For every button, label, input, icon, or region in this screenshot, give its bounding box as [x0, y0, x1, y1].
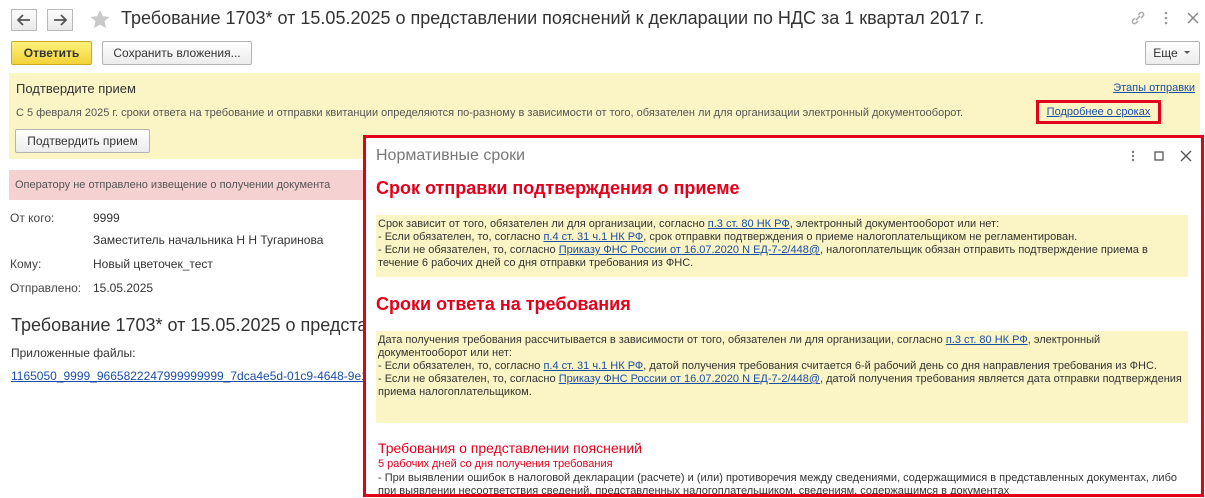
arrow-left-icon [17, 14, 30, 26]
warning-bar: Оператору не отправлено извещение о полу… [9, 170, 369, 200]
notice-text: С 5 февраля 2025 г. сроки ответа на треб… [16, 107, 964, 119]
fns-order-link[interactable]: Приказу ФНС России от 16.07.2020 N ЕД-7-… [559, 244, 820, 256]
from-name: Заместитель начальника Н Н Тугаринова [93, 233, 324, 247]
sent-value: 15.05.2025 [93, 281, 154, 295]
window-title: Требование 1703* от 15.05.2025 о предста… [121, 8, 985, 28]
notice-title: Подтвердите прием [16, 81, 136, 96]
fns-order-link[interactable]: Приказу ФНС России от 16.07.2020 N ЕД-7-… [559, 373, 820, 385]
star-icon[interactable] [89, 9, 111, 30]
more-vertical-icon[interactable] [1126, 148, 1140, 164]
to-value: Новый цветочек_тест [93, 257, 213, 271]
nk-art80-link[interactable]: п.3 ст. 80 НК РФ [946, 334, 1028, 346]
explanations-requirement-text: - При выявлении ошибок в налоговой декла… [378, 472, 1177, 497]
popup-title: Нормативные сроки [376, 147, 526, 164]
forward-button[interactable] [47, 9, 73, 31]
save-attachments-button[interactable]: Сохранить вложения... [102, 41, 252, 65]
nk-art31-link[interactable]: п.4 ст. 31 ч.1 НК РФ [543, 360, 643, 372]
link-icon[interactable] [1130, 10, 1146, 26]
attached-file-link[interactable]: 1165050_9999_9665822247999999999_7dca4e5… [11, 369, 366, 383]
chevron-down-icon [1183, 51, 1190, 54]
section-response-deadline-box: Дата получения требования рассчитывается… [376, 331, 1188, 423]
attached-files-label: Приложенные файлы: [11, 346, 136, 360]
close-icon[interactable] [1185, 10, 1201, 26]
to-label: Кому: [10, 257, 42, 271]
regulatory-deadlines-popup: Нормативные сроки Срок отправки подтверж… [363, 135, 1204, 497]
section-confirm-deadline-box: Срок зависит от того, обязателен ли для … [376, 215, 1188, 277]
sent-label: Отправлено: [10, 281, 82, 295]
confirm-receipt-button[interactable]: Подтвердить прием [15, 129, 150, 153]
more-button-label: Еще [1153, 46, 1178, 60]
more-vertical-icon[interactable] [1158, 10, 1174, 26]
explanations-requirement-title: Требования о представлении пояснений [378, 440, 642, 456]
section-confirm-deadline-title: Срок отправки подтверждения о приеме [376, 178, 740, 198]
deadline-details-link[interactable]: Подробнее о сроках [1047, 106, 1151, 118]
deadline-details-link-highlight[interactable]: Подробнее о сроках [1036, 100, 1161, 124]
maximize-icon[interactable] [1152, 148, 1166, 164]
arrow-right-icon [54, 14, 67, 26]
nk-art80-link[interactable]: п.3 ст. 80 НК РФ [708, 218, 790, 230]
section-response-deadline-title: Сроки ответа на требования [376, 294, 631, 314]
close-icon[interactable] [1179, 148, 1193, 164]
nk-art31-link[interactable]: п.4 ст. 31 ч.1 НК РФ [543, 231, 643, 243]
from-code: 9999 [93, 211, 120, 225]
explanations-requirement-term: 5 рабочих дней со дня получения требован… [378, 458, 613, 470]
more-button[interactable]: Еще [1145, 41, 1200, 65]
from-label: От кого: [10, 211, 55, 225]
back-button[interactable] [11, 9, 37, 31]
document-heading: Требование 1703* от 15.05.2025 о предста… [11, 315, 366, 335]
reply-button[interactable]: Ответить [11, 41, 92, 65]
sending-stages-link[interactable]: Этапы отправки [1113, 82, 1195, 94]
